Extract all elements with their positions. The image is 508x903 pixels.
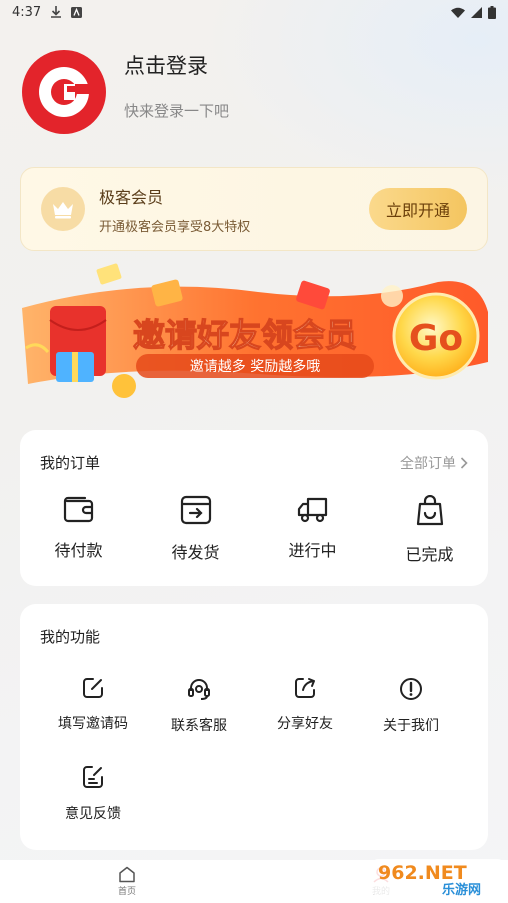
open-vip-button[interactable]: 立即开通 — [369, 188, 467, 230]
edit-icon — [83, 678, 103, 698]
battery-icon — [488, 5, 496, 19]
download-icon — [51, 6, 62, 18]
vip-title: 极客会员 — [99, 187, 164, 207]
banner-coin — [112, 374, 136, 398]
func-label: 意见反馈 — [65, 806, 121, 822]
feedback-icon — [83, 766, 103, 788]
profile-section[interactable]: 点击登录 快来登录一下吧 — [22, 50, 229, 134]
invite-code-item[interactable]: 填写邀请码 — [40, 677, 146, 765]
contact-service-item[interactable]: 联系客服 — [146, 677, 252, 765]
order-label: 待付款 — [54, 541, 103, 560]
all-orders-link[interactable]: 全部订单 — [400, 453, 468, 473]
status-time: 4:37 — [12, 4, 42, 20]
func-label: 联系客服 — [171, 718, 227, 734]
avatar[interactable] — [22, 50, 106, 134]
feedback-item[interactable]: 意见反馈 — [40, 765, 146, 853]
func-label: 关于我们 — [383, 718, 439, 734]
order-pending-shipment[interactable]: 待发货 — [137, 495, 254, 565]
login-subtitle: 快来登录一下吧 — [124, 101, 230, 120]
watermark-name: 乐游网 — [442, 882, 481, 898]
wifi-icon — [451, 7, 465, 18]
wallet-icon — [63, 496, 93, 523]
vip-subtitle: 开通极客会员享受8大特权 — [99, 219, 251, 235]
headset-icon — [188, 679, 210, 700]
order-label: 待发货 — [171, 543, 220, 562]
functions-title: 我的功能 — [40, 628, 101, 646]
banner-card-yellow — [96, 263, 122, 285]
site-watermark: 962.NET 乐游网 — [372, 855, 504, 899]
app-notification-icon — [71, 6, 83, 18]
all-orders-label[interactable]: 全部订单 — [400, 453, 456, 473]
invite-banner[interactable]: 邀请好友领会员 邀请越多 奖励越多哦 Go — [18, 262, 492, 402]
app-logo-icon — [39, 67, 91, 117]
about-us-item[interactable]: 关于我们 — [358, 677, 464, 765]
box-ship-icon — [180, 495, 211, 525]
banner-title: 邀请好友领会员 — [133, 316, 357, 354]
func-label: 分享好友 — [277, 716, 333, 732]
banner-bubble — [381, 285, 403, 307]
signal-icon — [471, 6, 482, 18]
tab-home-label: 首页 — [117, 887, 136, 897]
status-bar: 4:37 — [0, 0, 508, 24]
bag-done-icon — [416, 495, 443, 526]
chevron-right-icon — [460, 456, 468, 469]
order-completed[interactable]: 已完成 — [371, 495, 488, 565]
order-pending-payment[interactable]: 待付款 — [20, 495, 137, 565]
tab-home[interactable]: 首页 — [0, 860, 254, 903]
vip-card[interactable]: 极客会员 开通极客会员享受8大特权 立即开通 — [20, 167, 488, 251]
orders-title: 我的订单 — [40, 454, 101, 472]
login-title[interactable]: 点击登录 — [124, 50, 229, 80]
banner-subtitle: 邀请越多 奖励越多哦 — [190, 358, 320, 375]
orders-card: 我的订单 全部订单 待付款 待发货 进行中 已完成 — [20, 430, 488, 586]
info-icon — [400, 678, 422, 700]
order-label: 已完成 — [405, 545, 454, 564]
crown-icon — [41, 187, 85, 231]
truck-icon — [297, 497, 327, 523]
func-label: 填写邀请码 — [58, 716, 128, 732]
order-label: 进行中 — [288, 541, 337, 560]
order-in-progress[interactable]: 进行中 — [254, 495, 371, 565]
go-label[interactable]: Go — [409, 318, 463, 359]
functions-card: 我的功能 填写邀请码 联系客服 分享好友 关于我们 意见反馈 — [20, 604, 488, 850]
watermark-site: 962.NET — [378, 862, 467, 884]
share-icon — [295, 678, 315, 698]
share-friends-item[interactable]: 分享好友 — [252, 677, 358, 765]
home-icon — [119, 866, 135, 883]
